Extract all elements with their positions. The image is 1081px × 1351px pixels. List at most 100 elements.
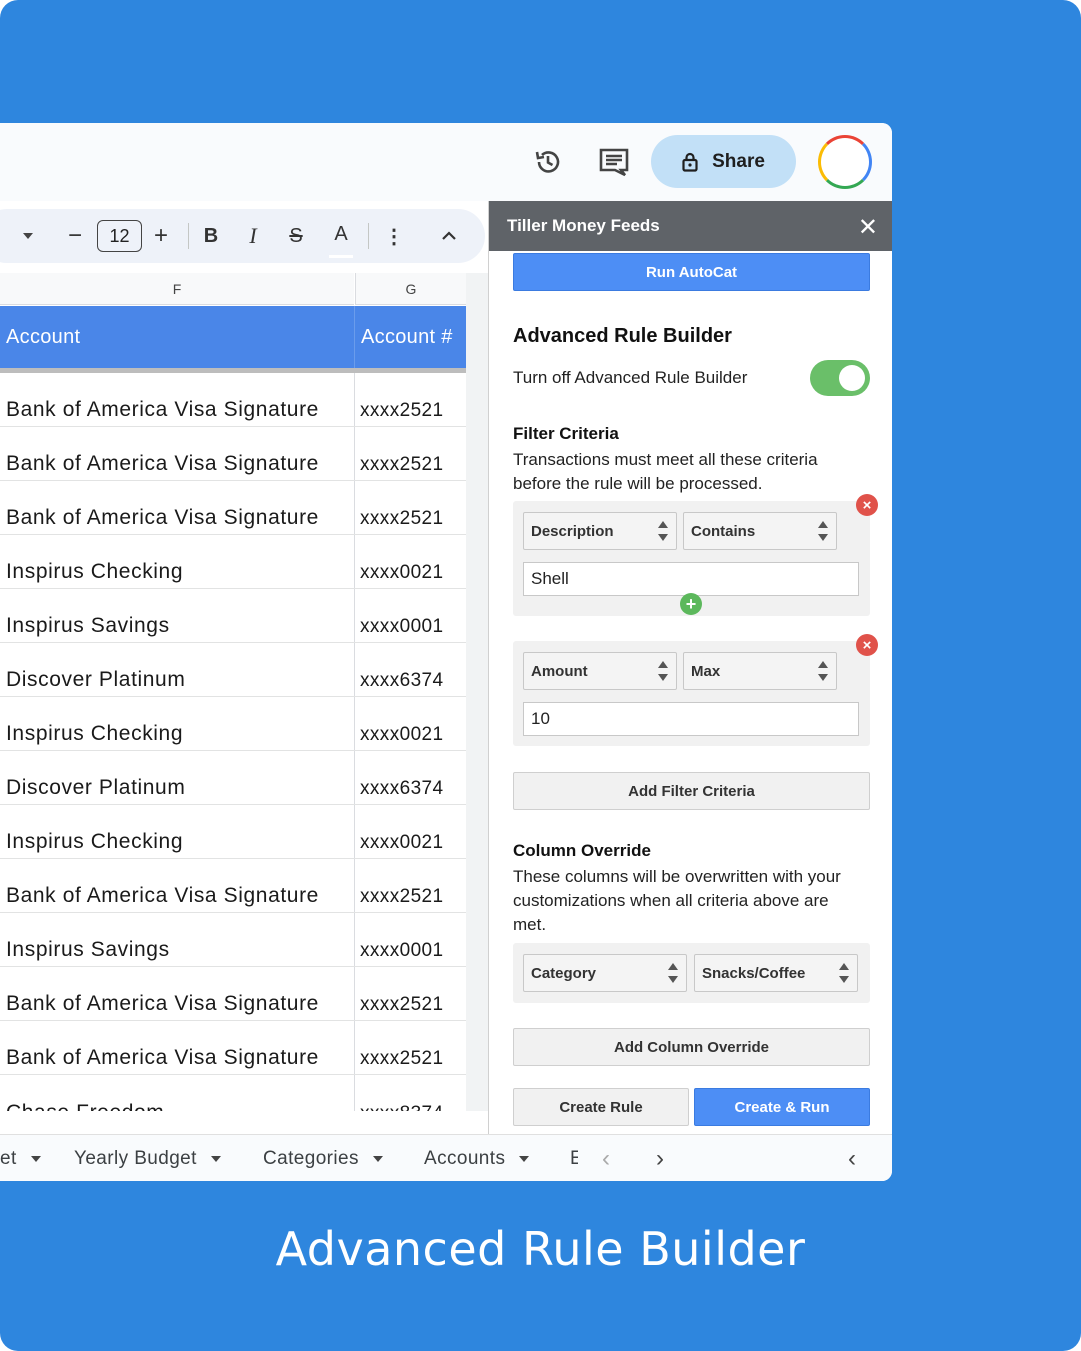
select-value: Snacks/Coffee <box>702 964 806 982</box>
table-row[interactable]: Inspirus Savings xxxx0001 <box>0 913 466 967</box>
account-number-cell[interactable]: xxxx0001 <box>360 616 443 638</box>
account-number-cell[interactable]: xxxx2521 <box>360 994 443 1016</box>
collapse-toolbar-icon[interactable] <box>438 209 460 263</box>
app-window: Share − 12 + B I S A ⋮ F G Account Accou… <box>0 123 892 1181</box>
column-override-box: Category Snacks/Coffee <box>513 943 870 1003</box>
add-column-override-button[interactable]: Add Column Override <box>513 1028 870 1066</box>
bold-button[interactable]: B <box>200 209 222 263</box>
remove-filter-icon[interactable]: × <box>856 634 878 656</box>
account-cell[interactable]: Bank of America Visa Signature <box>6 1046 319 1070</box>
account-number-cell[interactable]: xxxx2521 <box>360 1048 443 1070</box>
toggle-label: Turn off Advanced Rule Builder <box>513 368 748 387</box>
table-row[interactable]: Bank of America Visa Signature xxxx2521 <box>0 859 466 913</box>
account-number-cell[interactable]: xxxx0021 <box>360 832 443 854</box>
account-cell[interactable]: Inspirus Checking <box>6 560 183 584</box>
filter-field-select[interactable]: Description <box>523 512 677 550</box>
italic-button[interactable]: I <box>242 209 264 263</box>
override-value-select[interactable]: Snacks/Coffee <box>694 954 858 992</box>
account-cell[interactable]: Bank of America Visa Signature <box>6 506 319 530</box>
chevron-down-icon <box>519 1155 530 1162</box>
chevron-down-icon <box>210 1155 221 1162</box>
toggle-knob <box>839 365 865 391</box>
strikethrough-button[interactable]: S <box>284 209 308 263</box>
create-rule-button[interactable]: Create Rule <box>513 1088 689 1126</box>
table-row[interactable]: Inspirus Savings xxxx0001 <box>0 589 466 643</box>
override-column-select[interactable]: Category <box>523 954 687 992</box>
header-account[interactable]: Account <box>0 306 354 368</box>
add-condition-icon[interactable]: + <box>680 593 702 615</box>
decrease-font-button[interactable]: − <box>64 209 86 263</box>
account-number-cell[interactable]: xxxx2521 <box>360 454 443 476</box>
table-row[interactable]: Bank of America Visa Signature xxxx2521 <box>0 967 466 1021</box>
account-number-cell[interactable]: xxxx6374 <box>360 778 443 800</box>
history-icon[interactable] <box>531 145 565 179</box>
account-number-cell[interactable]: xxxx8374 <box>360 1103 443 1111</box>
collapse-panel-icon[interactable]: ‹ <box>848 1145 856 1173</box>
filter-description-line: Transactions must meet all these criteri… <box>513 450 818 469</box>
table-row[interactable]: Bank of America Visa Signature xxxx2521 <box>0 373 466 427</box>
select-value: Contains <box>691 522 756 540</box>
account-number-cell[interactable]: xxxx0001 <box>360 940 443 962</box>
tab-yearly-budget[interactable]: Yearly Budget <box>74 1135 221 1181</box>
tab-previous[interactable]: et <box>0 1135 41 1181</box>
table-row[interactable]: Bank of America Visa Signature xxxx2521 <box>0 427 466 481</box>
scroll-tabs-left-icon[interactable]: ‹ <box>602 1145 610 1173</box>
table-row[interactable]: Chase Freedom xxxx8374 <box>0 1075 466 1111</box>
format-toolbar: − 12 + B I S A ⋮ <box>0 209 485 263</box>
add-filter-criteria-button[interactable]: Add Filter Criteria <box>513 772 870 810</box>
account-cell[interactable]: Bank of America Visa Signature <box>6 992 319 1016</box>
font-dropdown-caret-icon[interactable] <box>18 209 38 263</box>
account-cell[interactable]: Bank of America Visa Signature <box>6 452 319 476</box>
filter-value-input[interactable]: Shell <box>523 562 859 596</box>
select-arrows-icon <box>839 963 849 983</box>
table-row[interactable]: Inspirus Checking xxxx0021 <box>0 805 466 859</box>
account-cell[interactable]: Chase Freedom <box>6 1101 164 1111</box>
table-row[interactable]: Discover Platinum xxxx6374 <box>0 751 466 805</box>
account-cell[interactable]: Inspirus Savings <box>6 614 170 638</box>
account-number-cell[interactable]: xxxx6374 <box>360 670 443 692</box>
comment-icon[interactable] <box>597 145 631 179</box>
account-cell[interactable]: Bank of America Visa Signature <box>6 398 319 422</box>
tab-categories[interactable]: Categories <box>263 1135 383 1181</box>
tab-accounts[interactable]: Accounts <box>424 1135 530 1181</box>
account-number-cell[interactable]: xxxx0021 <box>360 724 443 746</box>
text-color-button[interactable]: A <box>329 214 353 258</box>
account-number-cell[interactable]: xxxx0021 <box>360 562 443 584</box>
account-cell[interactable]: Inspirus Checking <box>6 830 183 854</box>
tab-next[interactable]: E <box>570 1135 578 1181</box>
account-number-cell[interactable]: xxxx2521 <box>360 400 443 422</box>
column-header-g[interactable]: G <box>355 273 466 305</box>
account-cell[interactable]: Discover Platinum <box>6 776 185 800</box>
scroll-tabs-right-icon[interactable]: › <box>656 1145 664 1173</box>
table-row[interactable]: Inspirus Checking xxxx0021 <box>0 697 466 751</box>
account-number-cell[interactable]: xxxx2521 <box>360 886 443 908</box>
more-options-icon[interactable]: ⋮ <box>384 209 404 263</box>
filter-criteria-box: Amount Max 10 <box>513 641 870 746</box>
account-cell[interactable]: Inspirus Savings <box>6 938 170 962</box>
select-arrows-icon <box>658 521 668 541</box>
avatar[interactable] <box>818 135 872 189</box>
font-size-input[interactable]: 12 <box>97 220 142 252</box>
table-row[interactable]: Bank of America Visa Signature xxxx2521 <box>0 1021 466 1075</box>
header-account-number[interactable]: Account # <box>354 306 466 368</box>
account-cell[interactable]: Discover Platinum <box>6 668 185 692</box>
remove-filter-icon[interactable]: × <box>856 494 878 516</box>
filter-operator-select[interactable]: Max <box>683 652 837 690</box>
share-button[interactable]: Share <box>651 135 796 188</box>
table-row[interactable]: Inspirus Checking xxxx0021 <box>0 535 466 589</box>
table-row[interactable]: Bank of America Visa Signature xxxx2521 <box>0 481 466 535</box>
account-number-cell[interactable]: xxxx2521 <box>360 508 443 530</box>
table-row[interactable]: Discover Platinum xxxx6374 <box>0 643 466 697</box>
account-cell[interactable]: Bank of America Visa Signature <box>6 884 319 908</box>
filter-value-input[interactable]: 10 <box>523 702 859 736</box>
account-cell[interactable]: Inspirus Checking <box>6 722 183 746</box>
filter-field-select[interactable]: Amount <box>523 652 677 690</box>
run-autocat-button[interactable]: Run AutoCat <box>513 253 870 291</box>
column-header-f[interactable]: F <box>0 273 354 305</box>
select-value: Amount <box>531 662 588 680</box>
advanced-rule-toggle[interactable] <box>810 360 870 396</box>
increase-font-button[interactable]: + <box>150 209 172 263</box>
filter-operator-select[interactable]: Contains <box>683 512 837 550</box>
close-icon[interactable]: ✕ <box>858 213 878 242</box>
create-and-run-button[interactable]: Create & Run <box>694 1088 870 1126</box>
